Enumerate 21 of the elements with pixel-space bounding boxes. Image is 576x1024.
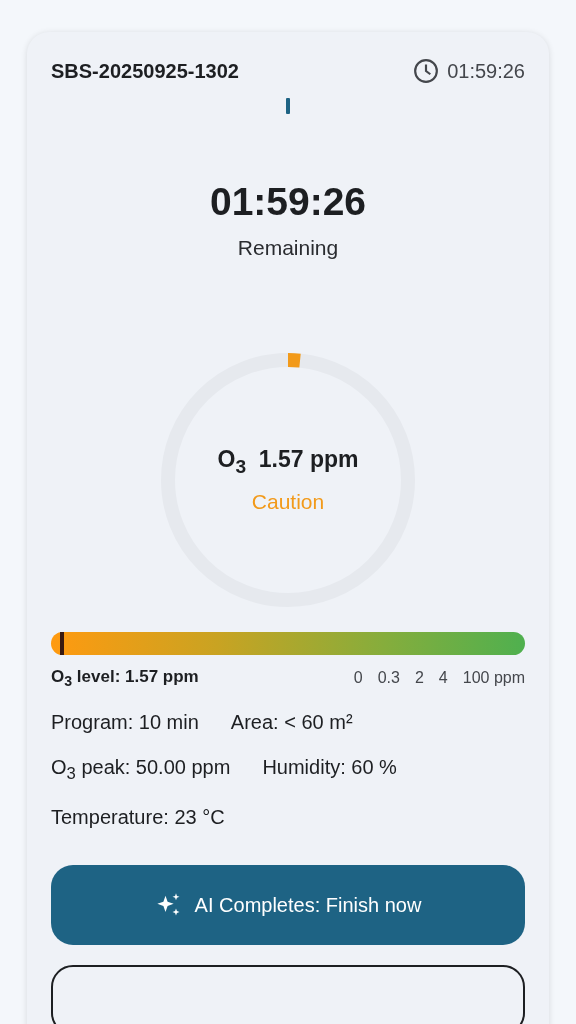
finish-button[interactable]: AI Completes: Finish now — [51, 865, 525, 946]
info-text: Program: 10 min — [51, 711, 199, 735]
scale-tick: 0.3 — [377, 669, 400, 688]
remaining-label: Remaining — [236, 236, 340, 260]
ozone-reading: O$_{3}$ 1.57 ppm — [217, 446, 359, 478]
info-text: Temperature: 23 °C — [51, 806, 225, 830]
secondary-button[interactable] — [51, 965, 525, 1024]
scale-tick: 0 — [353, 669, 363, 688]
remaining-time: 01:59:26 — [208, 180, 368, 224]
ozone-level: O$_{3}$ level: 1.57 ppm — [51, 667, 199, 690]
clock-icon — [413, 58, 440, 84]
info-text: Humidity: 60 % — [262, 756, 397, 781]
info-text: Area: < 60 m² — [230, 711, 353, 735]
scale-tick: 100 ppm — [462, 669, 525, 688]
scale-tick: 4 — [438, 669, 448, 688]
progress-mark — [286, 98, 290, 114]
elapsed-time: 01:59:26 — [447, 59, 525, 83]
scale-tick: 2 — [414, 669, 424, 688]
session-id: SBS-20250925-1302 — [51, 59, 239, 83]
info-text: O$_{3}$ peak: 50.00 ppm — [51, 756, 231, 785]
status-label: Caution — [251, 489, 325, 514]
